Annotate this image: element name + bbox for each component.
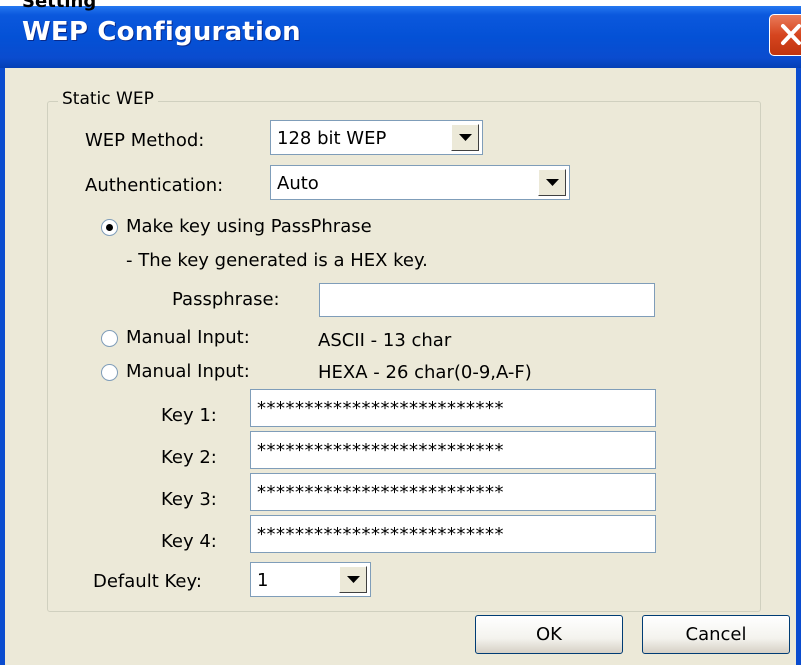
key-2-input[interactable]: ************************** xyxy=(250,431,656,469)
ok-button[interactable]: OK xyxy=(475,615,623,654)
key-1-value: ************************** xyxy=(257,398,504,419)
window-title: WEP Configuration xyxy=(22,17,301,47)
manual-hex-radio[interactable] xyxy=(101,364,118,381)
default-key-label: Default Key: xyxy=(93,571,202,592)
wep-method-dropdown-button[interactable] xyxy=(451,124,479,151)
default-key-dropdown-button[interactable] xyxy=(339,566,367,593)
key-1-label: Key 1: xyxy=(161,405,217,426)
passphrase-option-label: Make key using PassPhrase xyxy=(126,216,372,237)
close-button[interactable] xyxy=(769,14,801,56)
chevron-down-icon xyxy=(347,576,360,583)
manual-ascii-label: Manual Input: xyxy=(126,327,250,348)
key-1-input[interactable]: ************************** xyxy=(250,389,656,427)
key-4-value: ************************** xyxy=(257,524,504,545)
wep-method-select[interactable]: 128 bit WEP xyxy=(270,120,483,155)
radio-selected-dot xyxy=(106,224,113,231)
key-4-label: Key 4: xyxy=(161,531,217,552)
manual-ascii-radio[interactable] xyxy=(101,330,118,347)
chevron-down-icon xyxy=(459,134,472,141)
key-2-label: Key 2: xyxy=(161,447,217,468)
manual-hex-label: Manual Input: xyxy=(126,361,250,382)
key-2-value: ************************** xyxy=(257,440,504,461)
window-frame-left xyxy=(0,68,5,665)
window-frame-right xyxy=(796,68,801,665)
passphrase-radio[interactable] xyxy=(101,219,118,236)
key-4-input[interactable]: ************************** xyxy=(250,515,656,553)
passphrase-input[interactable] xyxy=(319,283,655,317)
authentication-dropdown-button[interactable] xyxy=(538,169,566,196)
close-icon xyxy=(781,24,801,45)
top-strip-text: Setting xyxy=(22,0,97,12)
authentication-value: Auto xyxy=(277,173,319,194)
authentication-label: Authentication: xyxy=(85,175,224,196)
default-key-value: 1 xyxy=(257,570,269,591)
passphrase-note: - The key generated is a HEX key. xyxy=(126,250,428,271)
key-3-input[interactable]: ************************** xyxy=(250,473,656,511)
manual-hex-hint: HEXA - 26 char(0-9,A-F) xyxy=(318,362,532,383)
chevron-down-icon xyxy=(546,179,559,186)
wep-method-value: 128 bit WEP xyxy=(277,128,387,149)
wep-configuration-dialog: Setting WEP Configuration Static WEP WEP… xyxy=(0,0,801,665)
default-key-select[interactable]: 1 xyxy=(250,562,371,597)
key-3-value: ************************** xyxy=(257,482,504,503)
cancel-button[interactable]: Cancel xyxy=(642,615,790,654)
key-3-label: Key 3: xyxy=(161,489,217,510)
title-bar[interactable]: Setting WEP Configuration xyxy=(0,0,801,68)
passphrase-label: Passphrase: xyxy=(172,289,280,310)
manual-ascii-hint: ASCII - 13 char xyxy=(318,330,452,351)
wep-method-label: WEP Method: xyxy=(85,130,205,151)
group-title: Static WEP xyxy=(58,89,158,109)
title-bar-top-strip: Setting xyxy=(0,0,801,12)
authentication-select[interactable]: Auto xyxy=(270,165,570,200)
